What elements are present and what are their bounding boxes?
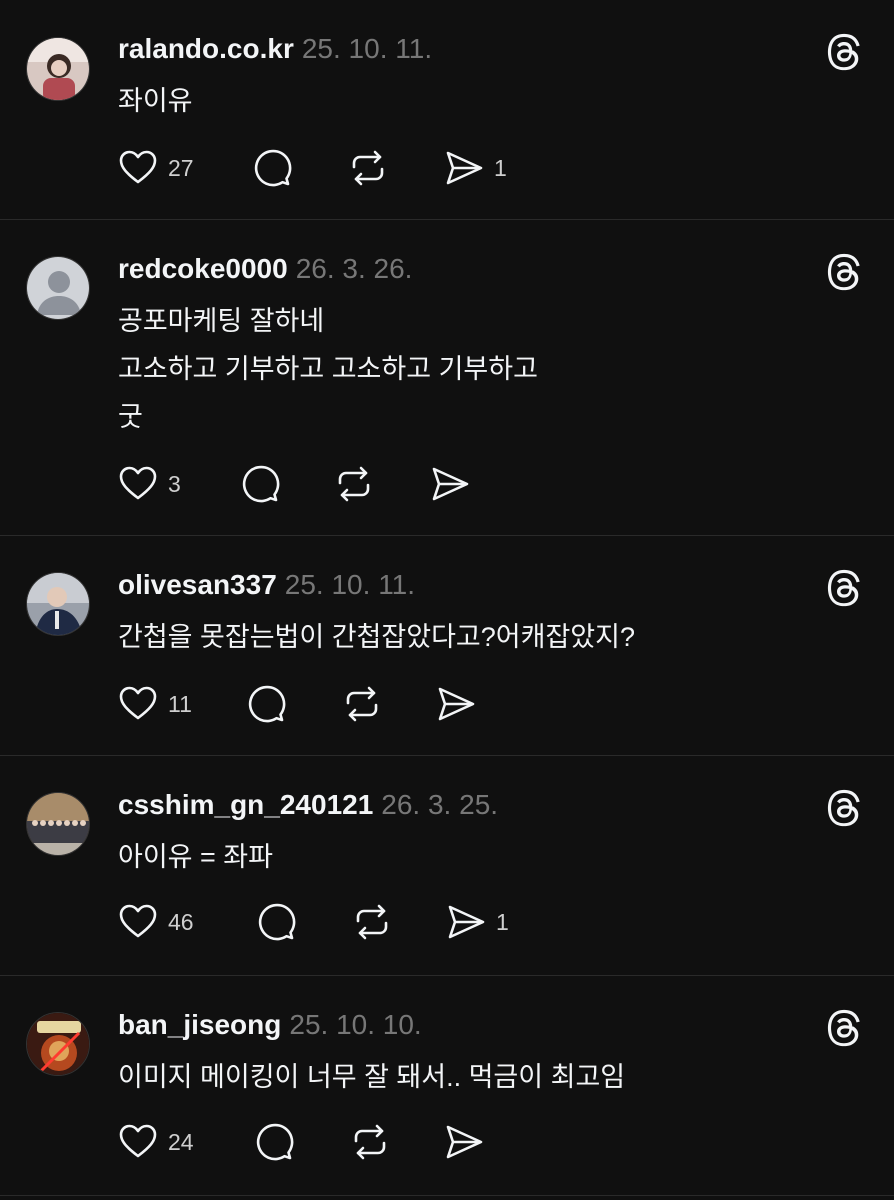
- reply-button[interactable]: [246, 682, 286, 726]
- post-body: 이미지 메이킹이 너무 잘 돼서.. 먹금이 최고임: [118, 1060, 625, 1108]
- post-header: ban_jiseong 25. 10. 10.: [118, 1008, 422, 1042]
- repost-icon: [338, 466, 370, 502]
- reply-button[interactable]: [252, 146, 292, 190]
- repost-icon: [356, 904, 388, 940]
- repost-icon: [346, 686, 378, 722]
- post-text-line: 아이유 = 좌파: [118, 842, 273, 872]
- post-text-line: 고소하고 기부하고 고소하고 기부하고: [118, 354, 538, 384]
- username[interactable]: olivesan337: [118, 569, 277, 600]
- username[interactable]: ralando.co.kr: [118, 33, 294, 64]
- post-text-line: 간첩을 못잡는법이 간첩잡았다고?어캐잡았지?: [118, 622, 635, 652]
- share-button[interactable]: 1: [444, 146, 507, 190]
- post-body: 공포마케팅 잘하네 고소하고 기부하고 고소하고 기부하고 굿: [118, 304, 538, 448]
- post-body: 아이유 = 좌파: [118, 840, 273, 888]
- post-text-line: 좌이유: [118, 86, 193, 116]
- threads-logo-icon[interactable]: [826, 788, 866, 828]
- post-text-line: 굿: [118, 402, 143, 432]
- avatar[interactable]: [26, 256, 90, 320]
- post-text-line: 공포마케팅 잘하네: [118, 306, 325, 336]
- post[interactable]: olivesan337 25. 10. 11. 간첩을 못잡는법이 간첩잡았다고?…: [0, 536, 894, 756]
- threads-feed: ralando.co.kr 25. 10. 11. 좌이유 27 1 redco…: [0, 0, 894, 1200]
- comment-icon: [254, 149, 292, 187]
- threads-logo-icon[interactable]: [826, 1008, 866, 1048]
- post[interactable]: ralando.co.kr 25. 10. 11. 좌이유 27 1: [0, 0, 894, 220]
- post[interactable]: csshim_gn_240121 26. 3. 25. 아이유 = 좌파 46 1: [0, 756, 894, 976]
- threads-logo-icon[interactable]: [826, 32, 866, 72]
- heart-icon: [119, 904, 157, 938]
- username[interactable]: redcoke0000: [118, 253, 288, 284]
- action-bar: 3: [118, 462, 618, 506]
- like-button[interactable]: 11: [118, 682, 192, 726]
- comment-icon: [256, 1123, 294, 1161]
- heart-icon: [119, 150, 157, 184]
- like-button[interactable]: 3: [118, 462, 181, 506]
- post[interactable]: redcoke0000 26. 3. 26. 공포마케팅 잘하네 고소하고 기부하…: [0, 220, 894, 536]
- post-text-line: 이미지 메이킹이 너무 잘 돼서.. 먹금이 최고임: [118, 1062, 626, 1092]
- post[interactable]: ban_jiseong 25. 10. 10. 이미지 메이킹이 너무 잘 돼서.…: [0, 976, 894, 1196]
- send-icon: [446, 1125, 483, 1159]
- heart-icon: [119, 466, 157, 500]
- threads-logo-icon[interactable]: [826, 568, 866, 608]
- send-icon: [446, 151, 483, 185]
- reply-button[interactable]: [240, 462, 280, 506]
- share-count: 1: [494, 154, 507, 181]
- heart-icon: [119, 686, 157, 720]
- post-header: redcoke0000 26. 3. 26.: [118, 252, 412, 286]
- post-date: 25. 10. 11.: [301, 33, 433, 64]
- like-button[interactable]: 27: [118, 146, 194, 190]
- repost-button[interactable]: [348, 146, 388, 190]
- like-count: 46: [168, 908, 194, 935]
- like-count: 3: [168, 470, 181, 497]
- action-bar: 27 1: [118, 146, 618, 190]
- share-button[interactable]: [436, 682, 486, 726]
- post-body: 간첩을 못잡는법이 간첩잡았다고?어캐잡았지?: [118, 620, 635, 668]
- send-icon: [438, 687, 475, 721]
- share-button[interactable]: [430, 462, 480, 506]
- action-bar: 46 1: [118, 900, 618, 944]
- send-icon: [432, 467, 469, 501]
- post-date: 25. 10. 11.: [284, 569, 416, 600]
- avatar[interactable]: [26, 572, 90, 636]
- repost-button[interactable]: [350, 1120, 390, 1164]
- comment-icon: [248, 685, 286, 723]
- avatar[interactable]: [26, 1012, 90, 1076]
- like-count: 27: [168, 154, 194, 181]
- post-date: 26. 3. 25.: [381, 789, 499, 820]
- heart-icon: [119, 1124, 157, 1158]
- like-count: 24: [168, 1128, 194, 1155]
- avatar[interactable]: [26, 792, 90, 856]
- action-bar: 11: [118, 682, 618, 726]
- send-icon: [448, 905, 485, 939]
- reply-button[interactable]: [256, 900, 296, 944]
- post-body: 좌이유: [118, 84, 193, 132]
- share-count: 1: [496, 908, 509, 935]
- repost-button[interactable]: [352, 900, 392, 944]
- post-date: 26. 3. 26.: [295, 253, 413, 284]
- username[interactable]: csshim_gn_240121: [118, 789, 373, 820]
- avatar[interactable]: [26, 37, 90, 101]
- reply-button[interactable]: [254, 1120, 294, 1164]
- like-button[interactable]: 24: [118, 1120, 194, 1164]
- post-header: olivesan337 25. 10. 11.: [118, 568, 415, 602]
- threads-logo-icon[interactable]: [826, 252, 866, 292]
- post-header: csshim_gn_240121 26. 3. 25.: [118, 788, 498, 822]
- action-bar: 24: [118, 1120, 618, 1164]
- username[interactable]: ban_jiseong: [118, 1009, 281, 1040]
- comment-icon: [258, 903, 296, 941]
- like-button[interactable]: 46: [118, 900, 194, 944]
- repost-icon: [354, 1124, 386, 1160]
- post-date: 25. 10. 10.: [289, 1009, 422, 1040]
- repost-button[interactable]: [342, 682, 382, 726]
- like-count: 11: [168, 690, 192, 717]
- share-button[interactable]: 1: [446, 900, 509, 944]
- repost-icon: [352, 150, 384, 186]
- repost-button[interactable]: [334, 462, 374, 506]
- comment-icon: [242, 465, 280, 503]
- post-header: ralando.co.kr 25. 10. 11.: [118, 32, 432, 66]
- share-button[interactable]: [444, 1120, 494, 1164]
